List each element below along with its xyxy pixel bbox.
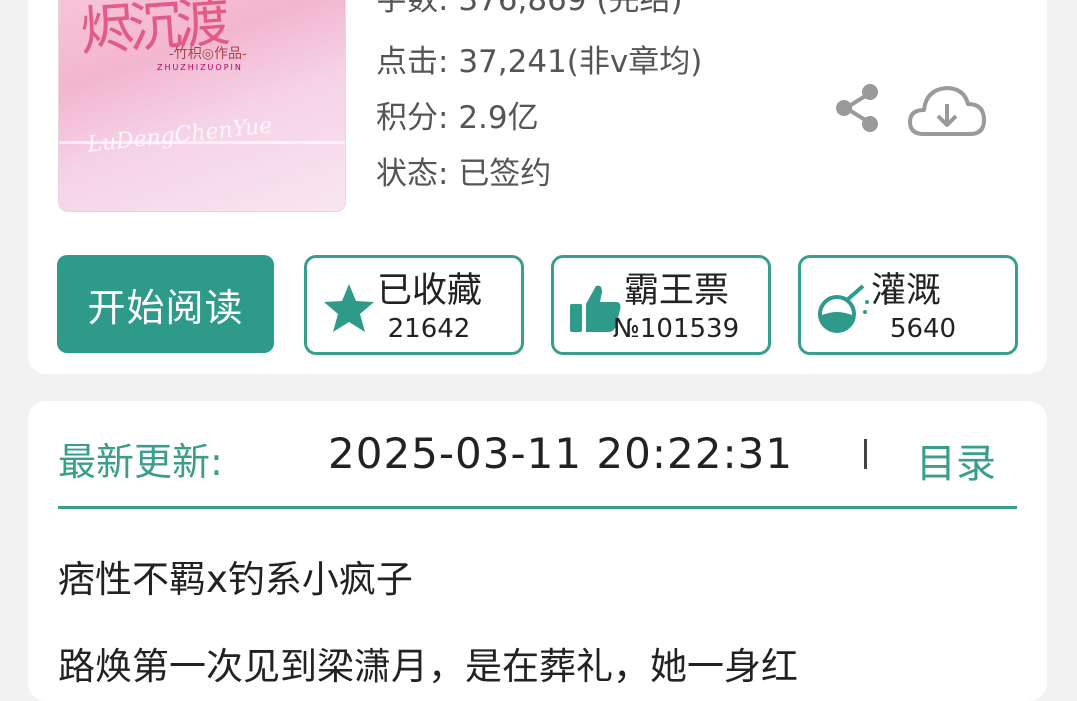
cover-author: -竹枳◎作品-: [169, 46, 247, 62]
latest-update-label: 最新更新:: [58, 440, 223, 484]
status-line: 状态: 已签约: [376, 148, 551, 193]
cover-title: 烬沉渡: [78, 0, 227, 64]
points-value: 2.9亿: [458, 100, 539, 136]
share-icon[interactable]: [834, 82, 880, 134]
vote-ticket-button[interactable]: 霸王票 №101539: [551, 255, 771, 355]
catalog-link[interactable]: 目录: [916, 431, 996, 489]
separator: [864, 439, 867, 469]
vote-label: 霸王票: [624, 271, 730, 311]
book-cover[interactable]: 烬沉渡 -竹枳◎作品- ZHUZHIZUOPIN LuDengChenYue: [58, 0, 346, 212]
cloud-download-icon[interactable]: [906, 82, 988, 142]
cover-pinyin: ZHUZHIZUOPIN: [157, 63, 243, 72]
collect-button[interactable]: 已收藏 21642: [304, 255, 524, 355]
word-count-value: 376,869 (完结): [458, 0, 683, 18]
book-info-card: 烬沉渡 -竹枳◎作品- ZHUZHIZUOPIN LuDengChenYue 字…: [28, 0, 1047, 374]
word-count-line: 字数: 376,869 (完结): [376, 0, 683, 19]
word-count-key: 字数:: [376, 0, 449, 18]
book-summary-card: 最新更新: 2025-03-11 20:22:31 目录 痞性不羁x钓系小疯子 …: [28, 401, 1047, 701]
irrigate-label: 灌溉: [871, 271, 942, 311]
book-tagline: 痞性不羁x钓系小疯子: [58, 558, 413, 601]
start-reading-button[interactable]: 开始阅读: [57, 255, 274, 353]
collect-count: 21642: [387, 314, 471, 344]
latest-update-time: 2025-03-11 20:22:31: [328, 429, 794, 478]
cover-signature: LuDengChenYue: [86, 113, 274, 158]
divider: [58, 506, 1017, 509]
status-key: 状态:: [376, 156, 449, 192]
irrigate-count: 5640: [889, 314, 957, 344]
collect-label: 已收藏: [377, 271, 483, 311]
click-count-line: 点击: 37,241(非v章均): [376, 36, 702, 81]
vote-count: №101539: [612, 314, 740, 344]
book-intro: 路焕第一次见到梁潇月，是在葬礼，她一身红: [58, 645, 798, 688]
click-count-key: 点击:: [376, 44, 449, 80]
irrigate-button[interactable]: 灌溉 5640: [798, 255, 1018, 355]
click-count-value: 37,241(非v章均): [458, 44, 703, 80]
status-value: 已签约: [458, 156, 552, 192]
points-key: 积分:: [376, 100, 449, 136]
points-line: 积分: 2.9亿: [376, 92, 539, 137]
